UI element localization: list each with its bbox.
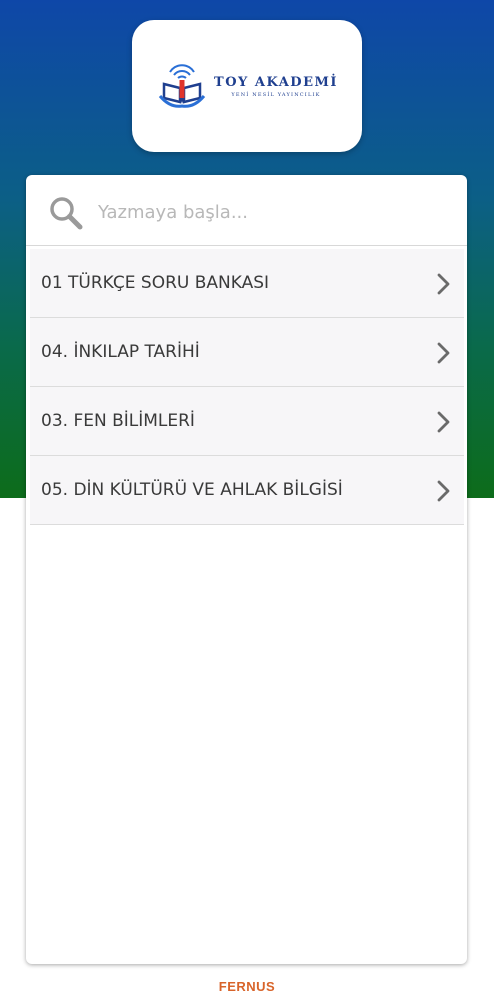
search-icon[interactable] bbox=[48, 195, 84, 231]
list-item-label: 05. DİN KÜLTÜRÜ VE AHLAK BİLGİSİ bbox=[41, 480, 343, 500]
search-input[interactable] bbox=[98, 197, 438, 227]
list-item-label: 04. İNKILAP TARİHİ bbox=[41, 342, 200, 362]
list-item-label: 03. FEN BİLİMLERİ bbox=[41, 411, 195, 431]
logo-card: TOY AKADEMİ YENİ NESİL YAYINCILIK bbox=[132, 20, 362, 152]
search-bar bbox=[26, 175, 467, 246]
list-item-inkilap[interactable]: 04. İNKILAP TARİHİ bbox=[30, 318, 464, 387]
logo-title: TOY AKADEMİ bbox=[214, 74, 338, 90]
chevron-right-icon bbox=[437, 411, 450, 433]
chevron-right-icon bbox=[437, 480, 450, 502]
book-pencil-emblem-icon bbox=[158, 64, 206, 108]
book-list-panel: 01 TÜRKÇE SORU BANKASI 04. İNKILAP TARİH… bbox=[26, 175, 467, 964]
list-item-label: 01 TÜRKÇE SORU BANKASI bbox=[41, 273, 270, 293]
book-list: 01 TÜRKÇE SORU BANKASI 04. İNKILAP TARİH… bbox=[30, 249, 464, 525]
logo: TOY AKADEMİ YENİ NESİL YAYINCILIK bbox=[156, 60, 338, 112]
list-item-din[interactable]: 05. DİN KÜLTÜRÜ VE AHLAK BİLGİSİ bbox=[30, 456, 464, 525]
chevron-right-icon bbox=[437, 342, 450, 364]
logo-subtitle: YENİ NESİL YAYINCILIK bbox=[231, 91, 321, 98]
list-item-turkce[interactable]: 01 TÜRKÇE SORU BANKASI bbox=[30, 249, 464, 318]
chevron-right-icon bbox=[437, 273, 450, 295]
list-item-fen[interactable]: 03. FEN BİLİMLERİ bbox=[30, 387, 464, 456]
footer-brand: FERNUS bbox=[218, 979, 276, 994]
